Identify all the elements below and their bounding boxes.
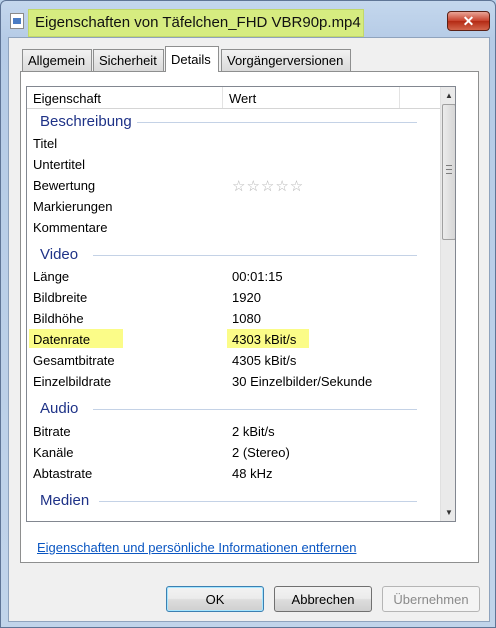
property-name: Datenrate: [33, 332, 91, 347]
list-item[interactable]: Abtastrate 48 kHz: [27, 463, 440, 484]
group-audio[interactable]: Audio: [27, 398, 440, 420]
group-divider: [99, 501, 417, 502]
property-name: Einzelbildrate: [33, 374, 112, 389]
tab-details[interactable]: Details: [165, 46, 219, 72]
property-value: 1920: [232, 290, 261, 305]
file-icon: [10, 13, 24, 29]
list-item[interactable]: Titel: [27, 133, 440, 154]
group-medien[interactable]: Medien: [27, 490, 440, 512]
list-item[interactable]: Kommentare: [27, 217, 440, 238]
scroll-up-icon[interactable]: ▲: [441, 87, 455, 104]
grip-icon: [446, 165, 452, 174]
property-name: Kanäle: [33, 445, 74, 460]
scroll-thumb[interactable]: [442, 104, 455, 240]
property-list[interactable]: Eigenschaft Wert Beschreibung Titel Unte…: [26, 86, 456, 522]
list-item[interactable]: Markierungen: [27, 196, 440, 217]
column-header-property[interactable]: Eigenschaft: [27, 87, 223, 108]
property-value: 2 (Stereo): [232, 445, 290, 460]
close-button[interactable]: ✕: [447, 11, 490, 31]
vertical-scrollbar[interactable]: ▲ ▼: [440, 87, 455, 521]
dialog-body: Allgemein Sicherheit Details Vorgängerve…: [8, 37, 490, 622]
property-name: Länge: [33, 269, 70, 284]
list-item-highlighted[interactable]: Datenrate 4303 kBit/s: [27, 329, 440, 350]
remove-properties-link[interactable]: Eigenschaften und persönliche Informatio…: [37, 540, 356, 555]
property-name: Bewertung: [33, 178, 96, 193]
property-name: Bitrate: [33, 424, 71, 439]
list-item[interactable]: Bildhöhe 1080: [27, 308, 440, 329]
list-item[interactable]: Bildbreite 1920: [27, 287, 440, 308]
property-name: Bildbreite: [33, 290, 88, 305]
apply-button[interactable]: Übernehmen: [382, 586, 480, 612]
ok-button[interactable]: OK: [166, 586, 264, 612]
property-value: 2 kBit/s: [232, 424, 275, 439]
list-item[interactable]: Kanäle 2 (Stereo): [27, 442, 440, 463]
property-value: 1080: [232, 311, 261, 326]
group-label: Video: [40, 246, 83, 263]
close-icon: ✕: [462, 12, 475, 29]
property-name: Abtastrate: [33, 466, 93, 481]
column-header-value[interactable]: Wert: [223, 87, 400, 108]
list-item[interactable]: Untertitel: [27, 154, 440, 175]
property-name: Gesamtbitrate: [33, 353, 115, 368]
group-label: Medien: [40, 492, 94, 509]
property-value: 30 Einzelbilder/Sekunde: [232, 374, 373, 389]
group-divider: [93, 409, 417, 410]
group-divider: [93, 255, 417, 256]
properties-window: Eigenschaften von Täfelchen_FHD VBR90p.m…: [0, 0, 496, 628]
tab-sicherheit[interactable]: Sicherheit: [93, 49, 164, 71]
property-value: 48 kHz: [232, 466, 273, 481]
list-item[interactable]: Bewertung ☆☆☆☆☆: [27, 175, 440, 196]
group-label: Audio: [40, 400, 83, 417]
property-name: Bildhöhe: [33, 311, 84, 326]
list-item[interactable]: Einzelbildrate 30 Einzelbilder/Sekunde: [27, 371, 440, 392]
property-value: 4305 kBit/s: [232, 353, 297, 368]
list-item[interactable]: Länge 00:01:15: [27, 266, 440, 287]
group-label: Beschreibung: [40, 113, 136, 130]
property-value: 4303 kBit/s: [232, 332, 297, 347]
list-item[interactable]: Gesamtbitrate 4305 kBit/s: [27, 350, 440, 371]
tab-allgemein[interactable]: Allgemein: [22, 49, 92, 71]
property-name: Untertitel: [33, 157, 86, 172]
cancel-button[interactable]: Abbrechen: [274, 586, 372, 612]
property-name: Titel: [33, 136, 58, 151]
window-title: Eigenschaften von Täfelchen_FHD VBR90p.m…: [35, 14, 361, 31]
group-video[interactable]: Video: [27, 244, 440, 266]
list-header: Eigenschaft Wert: [27, 87, 440, 109]
property-value: 00:01:15: [232, 269, 283, 284]
rating-stars-icon[interactable]: ☆☆☆☆☆: [232, 177, 304, 195]
tab-vorgaengerversionen[interactable]: Vorgängerversionen: [221, 49, 351, 71]
list-item[interactable]: Bitrate 2 kBit/s: [27, 421, 440, 442]
scroll-down-icon[interactable]: ▼: [441, 504, 455, 521]
group-divider: [137, 122, 417, 123]
group-beschreibung[interactable]: Beschreibung: [27, 111, 440, 133]
property-name: Markierungen: [33, 199, 113, 214]
property-name: Kommentare: [33, 220, 108, 235]
